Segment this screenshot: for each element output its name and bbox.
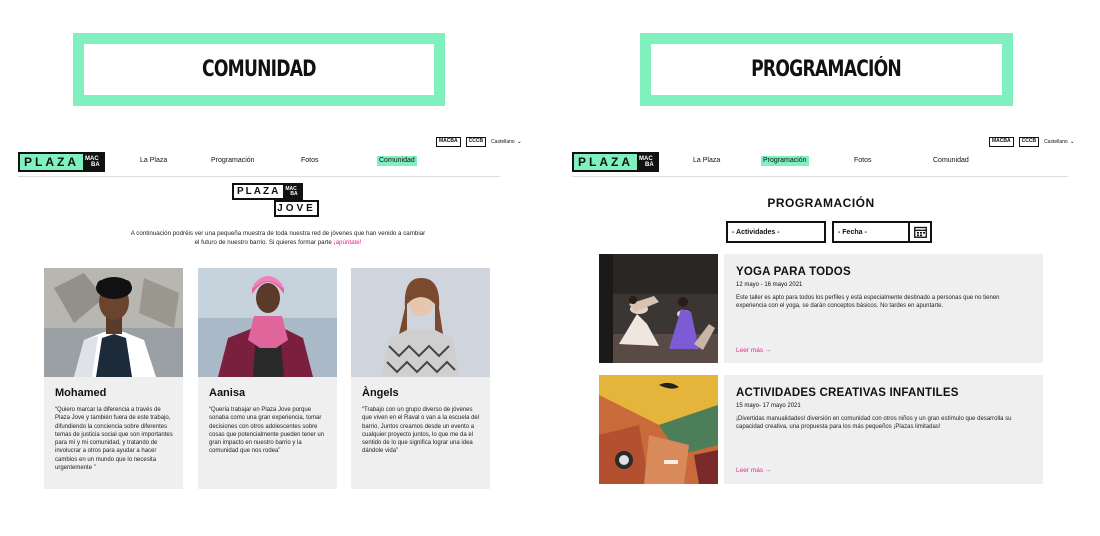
- section-title-programacion-text: PROGRAMACIÓN: [751, 57, 903, 82]
- member-photo-mohamed: [44, 268, 183, 377]
- intro-body: A continuación podréis ver una pequeña m…: [130, 230, 426, 246]
- event-image-crafts: [599, 375, 718, 484]
- logo-ba: BA: [91, 162, 100, 168]
- nav-fotos[interactable]: Fotos: [299, 156, 321, 166]
- member-photo-angels: [351, 268, 490, 377]
- util-bar: MACBA CCCB Castellano ⌄: [989, 137, 1075, 147]
- member-card[interactable]: Àngels “Trabajo con un grupo diverso de …: [351, 268, 490, 489]
- event-date: 12 mayo - 16 mayo 2021: [736, 282, 803, 288]
- jove-logo-top: PLAZA MAC BA: [232, 183, 304, 200]
- language-selector[interactable]: Castellano ⌄: [491, 138, 522, 146]
- logo-macba: MAC BA: [83, 154, 103, 170]
- event-title[interactable]: ACTIVIDADES CREATIVAS INFANTILES: [736, 387, 959, 399]
- cccb-link[interactable]: CCCB: [465, 137, 487, 147]
- nav-divider: [572, 176, 1068, 177]
- member-card[interactable]: Aanisa “Quería trabajar en Plaza Jove po…: [198, 268, 337, 489]
- jove-logo-ba: BA: [290, 190, 298, 197]
- util-bar: MACBA CCCB Castellano ⌄: [436, 137, 522, 147]
- language-label: Castellano: [491, 138, 515, 145]
- event-date: 15 mayo- 17 mayo 2021: [736, 403, 801, 409]
- plaza-jove-logo: PLAZA MAC BA JOVE: [232, 183, 320, 219]
- event-description: ¡Divertidas manualidades! diversión en c…: [736, 416, 1012, 431]
- macba-link[interactable]: MACBA: [989, 137, 1014, 147]
- member-card[interactable]: Mohamed “Quiero marcar la diferencia a t…: [44, 268, 183, 489]
- jove-logo-plaza: PLAZA: [237, 186, 281, 197]
- logo-ba: BA: [645, 162, 654, 168]
- section-title-programacion: PROGRAMACIÓN: [640, 33, 1013, 106]
- calendar-icon[interactable]: [908, 223, 930, 241]
- event-body: YOGA PARA TODOS 12 mayo - 16 mayo 2021 E…: [724, 254, 1043, 363]
- member-quote: “Trabajo con un grupo diverso de jóvenes…: [362, 407, 480, 455]
- chevron-down-icon: ⌄: [516, 139, 522, 146]
- jove-logo-macba: MAC BA: [283, 185, 302, 198]
- event-description: Este taller es apto para todos los perfi…: [736, 295, 1000, 310]
- plaza-macba-logo[interactable]: PLAZA MAC BA: [572, 152, 659, 172]
- event-card[interactable]: YOGA PARA TODOS 12 mayo - 16 mayo 2021 E…: [599, 254, 1043, 363]
- read-more-link[interactable]: Leer más →: [736, 467, 771, 474]
- logo-plaza: PLAZA: [574, 154, 637, 170]
- member-quote: “Quiero marcar la diferencia a través de…: [55, 407, 173, 472]
- nav-comunidad[interactable]: Comunidad: [377, 156, 417, 166]
- member-name: Aanisa: [209, 387, 246, 399]
- cccb-link[interactable]: CCCB: [1018, 137, 1040, 147]
- nav-programacion[interactable]: Programación: [209, 156, 257, 166]
- member-photo-aanisa: [198, 268, 337, 377]
- plaza-macba-logo[interactable]: PLAZA MAC BA: [18, 152, 105, 172]
- section-title-comunidad: COMUNIDAD: [73, 33, 445, 106]
- chevron-down-icon: ⌄: [1069, 139, 1075, 146]
- nav-fotos[interactable]: Fotos: [852, 156, 874, 166]
- member-name: Àngels: [362, 387, 399, 399]
- language-label: Castellano: [1044, 138, 1068, 145]
- read-more-link[interactable]: Leer más →: [736, 347, 771, 354]
- comunidad-page: MACBA CCCB Castellano ⌄ PLAZA MAC BA La …: [16, 130, 522, 530]
- macba-link[interactable]: MACBA: [436, 137, 461, 147]
- nav-la-plaza[interactable]: La Plaza: [138, 156, 169, 166]
- language-selector[interactable]: Castellano ⌄: [1044, 138, 1075, 146]
- actividades-select-value: - Actividades -: [732, 228, 780, 236]
- jove-logo-jove: JOVE: [274, 200, 319, 217]
- programacion-page: MACBA CCCB Castellano ⌄ PLAZA MAC BA La …: [570, 130, 1075, 530]
- nav-programacion[interactable]: Programación: [761, 156, 809, 166]
- logo-macba: MAC BA: [637, 154, 657, 170]
- signup-link[interactable]: ¡apúntate!: [334, 239, 362, 246]
- member-name: Mohamed: [55, 387, 107, 399]
- main-nav: PLAZA MAC BA La Plaza Programación Fotos…: [18, 152, 518, 176]
- event-title[interactable]: YOGA PARA TODOS: [736, 266, 851, 278]
- member-quote: “Quería trabajar en Plaza Jove porque so…: [209, 407, 325, 455]
- event-body: ACTIVIDADES CREATIVAS INFANTILES 15 mayo…: [724, 375, 1043, 484]
- main-nav: PLAZA MAC BA La Plaza Programación Fotos…: [572, 152, 1072, 176]
- event-image-yoga: [599, 254, 718, 363]
- fecha-select-value: - Fecha -: [838, 228, 867, 236]
- nav-comunidad[interactable]: Comunidad: [931, 156, 971, 166]
- nav-la-plaza[interactable]: La Plaza: [691, 156, 722, 166]
- page-title: PROGRAMACIÓN: [767, 196, 875, 210]
- nav-divider: [18, 176, 500, 177]
- event-card[interactable]: ACTIVIDADES CREATIVAS INFANTILES 15 mayo…: [599, 375, 1043, 484]
- section-title-comunidad-text: COMUNIDAD: [202, 57, 316, 82]
- actividades-select[interactable]: - Actividades -: [726, 221, 826, 243]
- logo-plaza: PLAZA: [20, 154, 83, 170]
- intro-text: A continuación podréis ver una pequeña m…: [128, 230, 428, 247]
- fecha-select[interactable]: - Fecha -: [832, 221, 932, 243]
